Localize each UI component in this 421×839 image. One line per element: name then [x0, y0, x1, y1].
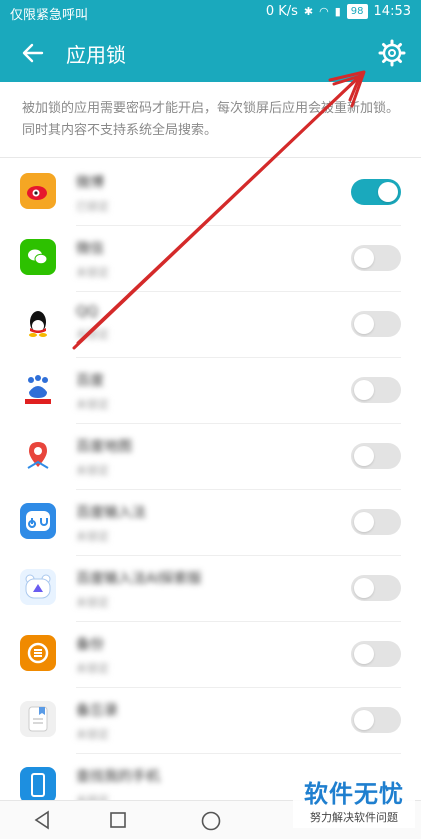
lock-toggle[interactable] — [351, 641, 401, 667]
signal-icon: ▮ — [334, 5, 341, 18]
baidu-icon — [20, 371, 56, 407]
app-status: 未锁定 — [76, 530, 109, 543]
app-status: 已锁定 — [76, 200, 109, 213]
section-divider — [0, 157, 421, 158]
wifi-icon: ◠ — [319, 5, 329, 18]
circle-home-icon — [201, 811, 221, 831]
app-name: QQ — [76, 304, 99, 320]
app-name: 百度 — [76, 373, 104, 389]
bluetooth-icon: ✱ — [303, 5, 314, 18]
app-name: 备忘录 — [76, 703, 118, 719]
page-title: 应用锁 — [66, 43, 126, 67]
lock-toggle[interactable] — [351, 707, 401, 733]
app-status: 未锁定 — [76, 464, 109, 477]
app-status: 未锁定 — [76, 266, 109, 279]
app-bar: 应用锁 — [0, 24, 421, 82]
watermark-subtitle: 努力解决软件问题 — [310, 811, 398, 824]
status-bar: 仅限紧急呼叫 0 K/s ✱ ◠ ▮ 98 14:53 — [0, 0, 421, 24]
lock-toggle[interactable] — [351, 179, 401, 205]
baidu-input-ai-icon — [20, 569, 56, 605]
app-lock-list: 微博 已锁定 微信 未锁定 QQ 未锁定 百度 未锁定 百度地图 未锁定 百度输… — [0, 160, 421, 820]
list-item: 百度 未锁定 — [0, 358, 421, 424]
list-item: 微博 已锁定 — [0, 160, 421, 226]
find-phone-icon — [20, 767, 56, 803]
list-item: 备份 未锁定 — [0, 622, 421, 688]
app-status: 未锁定 — [76, 662, 109, 675]
list-item: 百度输入法 未锁定 — [0, 490, 421, 556]
app-status: 未锁定 — [76, 596, 109, 609]
list-item: 微信 未锁定 — [0, 226, 421, 292]
app-status: 未锁定 — [76, 398, 109, 411]
app-name: 查找我的手机 — [76, 769, 160, 785]
nav-recents-button[interactable] — [108, 810, 128, 834]
nav-back-button[interactable] — [32, 810, 52, 834]
lock-toggle[interactable] — [351, 509, 401, 535]
back-arrow-icon — [22, 43, 44, 63]
app-name: 微信 — [76, 241, 104, 257]
clock: 14:53 — [373, 4, 411, 19]
watermark-logo: 软件无忧 努力解决软件问题 — [293, 774, 415, 828]
app-status: 未锁定 — [76, 728, 109, 741]
baidu-map-icon — [20, 437, 56, 473]
baidu-input-icon — [20, 503, 56, 539]
back-button[interactable] — [18, 38, 48, 68]
lock-toggle[interactable] — [351, 377, 401, 403]
triangle-back-icon — [34, 810, 49, 830]
wechat-icon — [20, 239, 56, 275]
list-item: QQ 未锁定 — [0, 292, 421, 358]
app-name: 百度输入法AI探索版 — [76, 571, 202, 587]
memo-icon — [20, 701, 56, 737]
network-speed: 0 K/s — [265, 4, 298, 19]
app-name: 微博 — [76, 175, 104, 191]
list-item: 百度输入法AI探索版 未锁定 — [0, 556, 421, 622]
app-name: 备份 — [76, 637, 104, 653]
app-name: 百度输入法 — [76, 505, 146, 521]
status-right: 0 K/s ✱ ◠ ▮ 98 14:53 — [266, 4, 411, 19]
nav-home-button[interactable] — [200, 810, 222, 836]
lock-toggle[interactable] — [351, 311, 401, 337]
lock-toggle[interactable] — [351, 575, 401, 601]
weibo-icon — [20, 173, 56, 209]
app-status: 未锁定 — [76, 328, 109, 341]
lock-description: 被加锁的应用需要密码才能开启，每次锁屏后应用会被重新加锁。同时其内容不支持系统全… — [22, 101, 400, 138]
backup-icon — [20, 635, 56, 671]
battery-indicator: 98 — [346, 4, 368, 19]
carrier-text: 仅限紧急呼叫 — [10, 8, 89, 23]
watermark-title: 软件无忧 — [304, 780, 404, 808]
lock-toggle[interactable] — [351, 443, 401, 469]
list-item: 百度地图 未锁定 — [0, 424, 421, 490]
settings-button[interactable] — [377, 38, 407, 68]
list-item: 备忘录 未锁定 — [0, 688, 421, 754]
app-name: 百度地图 — [76, 439, 132, 455]
qq-icon — [20, 305, 56, 341]
lock-toggle[interactable] — [351, 245, 401, 271]
square-recents-icon — [110, 812, 126, 828]
gear-icon — [378, 39, 406, 67]
